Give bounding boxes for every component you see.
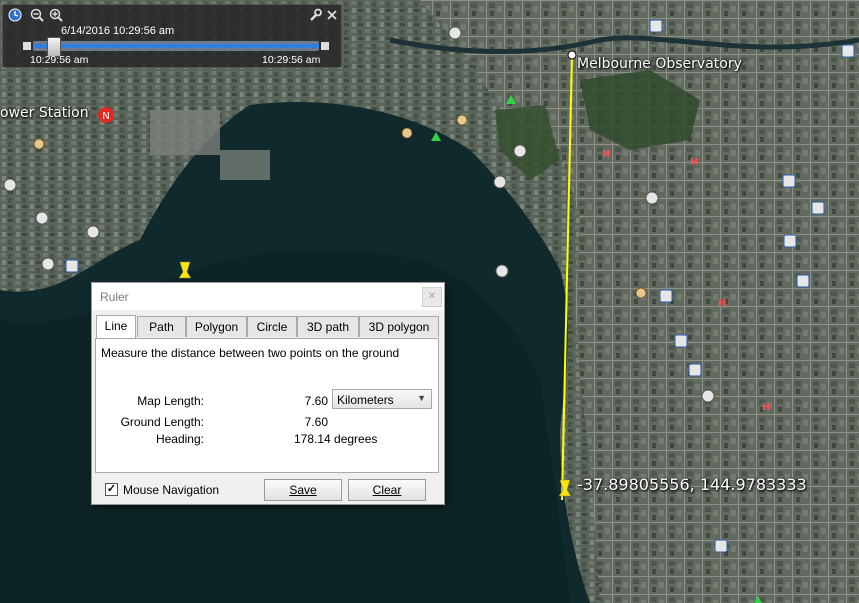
heading-label: Heading: (155, 432, 204, 446)
mouse-navigation-checkbox[interactable]: ✓ (105, 483, 118, 496)
zoom-in-icon[interactable] (49, 8, 63, 22)
current-date-time: 6/14/2016 10:29:56 am (61, 25, 175, 37)
map-length-value: 7.60 (304, 394, 328, 408)
clear-button[interactable]: Clear (348, 479, 426, 501)
ruler-description: Measure the distance between two points … (101, 346, 400, 360)
ground-length-label: Ground Length: (120, 415, 204, 429)
save-button-label: Save (289, 483, 317, 497)
end-time: 10:29:56 am (262, 54, 321, 66)
slider-end-arrow[interactable] (321, 42, 329, 50)
place-label-power-station: ower Station (0, 105, 89, 121)
wrench-icon[interactable] (308, 8, 322, 22)
time-slider-track[interactable] (23, 37, 329, 57)
ruler-title: Ruler (100, 290, 129, 304)
ruler-dialog: Ruler ✕ Line Path Polygon Circle 3D path… (91, 282, 445, 505)
svg-text:H: H (762, 402, 770, 413)
chevron-down-icon: ▼ (417, 393, 426, 403)
coordinate-label: -37.89805556, 144.9783333 (577, 475, 807, 494)
unit-select[interactable]: Kilometers ▼ (332, 389, 432, 409)
close-icon[interactable] (325, 8, 339, 22)
unit-selected-value: Kilometers (337, 393, 394, 407)
tab-3d-polygon[interactable]: 3D polygon (359, 316, 439, 337)
time-slider-panel: 6/14/2016 10:29:56 am 10:29:56 am 10:29:… (2, 4, 342, 68)
tab-circle[interactable]: Circle (247, 316, 297, 337)
ruler-title-bar[interactable]: Ruler ✕ (92, 283, 444, 310)
place-label-observatory: Melbourne Observatory (577, 56, 742, 72)
ruler-line-panel: Measure the distance between two points … (95, 338, 439, 473)
clear-button-label: Clear (372, 483, 402, 497)
map-length-label: Map Length: (137, 394, 204, 408)
mouse-navigation-label[interactable]: Mouse Navigation (123, 483, 219, 497)
tab-polygon[interactable]: Polygon (186, 316, 247, 337)
save-button[interactable]: Save (264, 479, 342, 501)
ground-length-value: 7.60 (304, 415, 328, 429)
svg-text:H: H (690, 157, 698, 168)
slider-start-arrow[interactable] (23, 42, 31, 50)
tab-3d-path[interactable]: 3D path (297, 316, 359, 337)
svg-text:H: H (718, 298, 726, 309)
ruler-close-button[interactable]: ✕ (422, 287, 442, 307)
heading-value: 178.14 degrees (294, 432, 378, 446)
clock-icon[interactable] (8, 8, 22, 22)
tab-line[interactable]: Line (96, 315, 136, 338)
svg-text:H: H (602, 149, 610, 160)
zoom-out-icon[interactable] (30, 8, 44, 22)
tab-path[interactable]: Path (137, 316, 186, 337)
svg-text:N: N (102, 111, 109, 122)
start-time: 10:29:56 am (30, 54, 89, 66)
